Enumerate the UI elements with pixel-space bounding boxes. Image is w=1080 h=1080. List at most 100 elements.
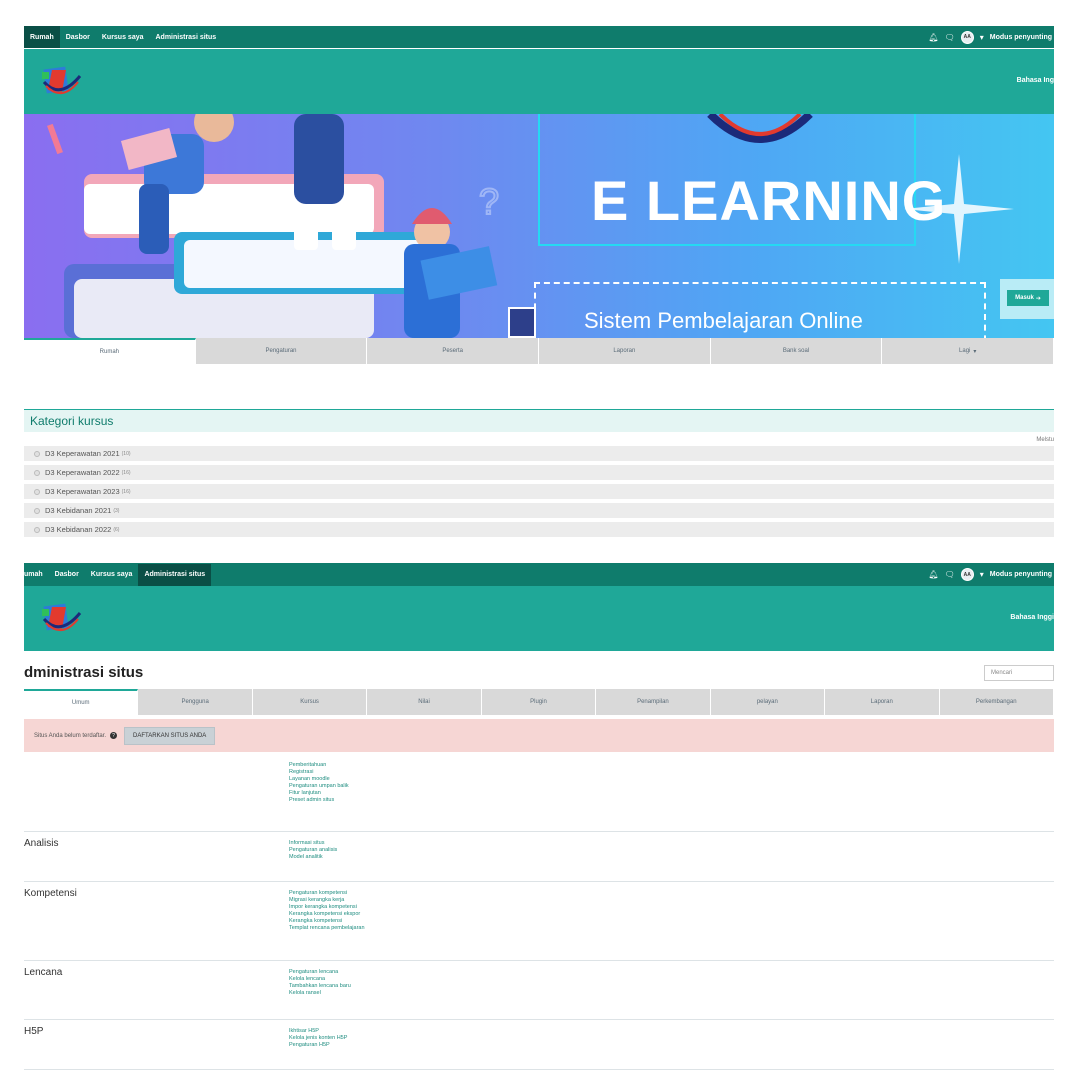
category-item[interactable]: D3 Kebidanan 2022 (6) bbox=[24, 522, 1054, 537]
tab-courses[interactable]: Kursus bbox=[252, 689, 368, 715]
category-count: (6) bbox=[113, 526, 120, 533]
section-title: Analisis bbox=[24, 838, 59, 849]
admin-link[interactable]: Ikhtisar H5P bbox=[289, 1028, 347, 1035]
search-input[interactable]: Mencari bbox=[984, 665, 1054, 681]
bell-icon[interactable]: 🔔︎ bbox=[928, 33, 938, 42]
chat-icon[interactable]: 🗨︎ bbox=[945, 570, 955, 579]
tab-grades[interactable]: Nilai bbox=[367, 689, 482, 715]
category-name[interactable]: D3 Keperawatan 2023 bbox=[45, 487, 120, 496]
category-name[interactable]: D3 Keperawatan 2021 bbox=[45, 449, 120, 458]
tab-plugins[interactable]: Plugin bbox=[481, 689, 597, 715]
nav-user-area: 🔔︎ 🗨︎ AA ▾ Modus penyunting bbox=[928, 568, 1054, 581]
admin-link[interactable]: Tambahkan lencana baru bbox=[289, 983, 351, 990]
tab-appearance[interactable]: Penampilan bbox=[596, 689, 711, 715]
site-logo[interactable] bbox=[40, 601, 82, 635]
category-item[interactable]: D3 Keperawatan 2023 (16) bbox=[24, 484, 1054, 499]
tab-home[interactable]: Rumah bbox=[24, 338, 196, 364]
nav-user-area: 🔔︎ 🗨︎ AA ▾ Modus penyunting bbox=[928, 30, 1054, 44]
admin-link[interactable]: Preset admin situs bbox=[289, 797, 349, 804]
tab-server[interactable]: pelayan bbox=[710, 689, 826, 715]
bell-icon[interactable]: 🔔︎ bbox=[928, 570, 938, 579]
avatar[interactable]: AA bbox=[960, 30, 974, 44]
admin-link[interactable]: Kelola jenis konten H5P bbox=[289, 1035, 347, 1042]
edit-mode-label[interactable]: Modus penyunting bbox=[990, 34, 1052, 41]
tab-reports[interactable]: Laporan bbox=[825, 689, 940, 715]
admin-link[interactable]: Kerangka kompetensi ekspor bbox=[289, 911, 365, 918]
login-button[interactable]: Masuk ➔ bbox=[1007, 290, 1049, 306]
decor-square bbox=[508, 307, 536, 338]
site-logo[interactable] bbox=[40, 64, 82, 98]
nav-dashboard[interactable]: Dasbor bbox=[60, 26, 96, 48]
category-item[interactable]: D3 Keperawatan 2022 (16) bbox=[24, 465, 1054, 480]
chevron-down-icon[interactable]: ▾ bbox=[980, 33, 984, 42]
admin-section-analytics: Analisis Informasi situs Pengaturan anal… bbox=[24, 832, 1054, 882]
language-menu[interactable]: Bahasa Ing bbox=[1017, 77, 1054, 84]
category-count: (10) bbox=[121, 450, 131, 457]
admin-link[interactable]: Fitur lanjutan bbox=[289, 790, 349, 797]
admin-link[interactable]: Informasi situs bbox=[289, 840, 337, 847]
admin-link[interactable]: Pengaturan lencana bbox=[289, 969, 351, 976]
section-links: Ikhtisar H5P Kelola jenis konten H5P Pen… bbox=[289, 1028, 347, 1049]
admin-link[interactable]: Pengaturan analisis bbox=[289, 847, 337, 854]
nav-site-admin[interactable]: Administrasi situs bbox=[138, 563, 212, 586]
category-item[interactable]: D3 Kebidanan 2021 (3) bbox=[24, 503, 1054, 518]
nav-my-courses[interactable]: Kursus saya bbox=[85, 564, 139, 586]
tab-more[interactable]: Lagi ▾ bbox=[882, 338, 1055, 364]
tab-question-bank[interactable]: Bank soal bbox=[710, 338, 883, 364]
students-illustration: ? bbox=[47, 114, 500, 338]
admin-link[interactable]: Kelola ransel bbox=[289, 990, 351, 997]
admin-link[interactable]: Registrasi bbox=[289, 769, 349, 776]
nav-site-admin[interactable]: Administrasi situs bbox=[150, 26, 223, 48]
admin-link[interactable]: Migrasi kerangka kerja bbox=[289, 897, 365, 904]
admin-link[interactable]: Impor kerangka kompetensi bbox=[289, 904, 365, 911]
admin-section-h5p: H5P Ikhtisar H5P Kelola jenis konten H5P… bbox=[24, 1020, 1054, 1070]
tab-general[interactable]: Umum bbox=[24, 689, 139, 715]
tab-more-label: Lagi bbox=[959, 348, 971, 354]
front-page-tabs: Rumah Pengaturan Peserta Laporan Bank so… bbox=[24, 338, 1055, 364]
edit-mode-label[interactable]: Modus penyunting bbox=[990, 571, 1052, 578]
hero-logo-partial bbox=[707, 114, 813, 143]
hero-subtitle: Sistem Pembelajaran Online bbox=[584, 308, 863, 333]
hero-banner: ? E LEARNING Sistem Pembelajaran Online … bbox=[24, 114, 1054, 338]
nav-my-courses[interactable]: Kursus saya bbox=[96, 26, 150, 48]
site-header: Bahasa Ing bbox=[24, 49, 1054, 114]
admin-link[interactable]: Pengaturan kompetensi bbox=[289, 890, 365, 897]
svg-text:?: ? bbox=[479, 181, 499, 222]
course-category-list: D3 Keperawatan 2021 (10) D3 Keperawatan 2… bbox=[24, 446, 1054, 541]
chevron-down-icon[interactable]: ▾ bbox=[980, 570, 984, 579]
section-links: Pengaturan kompetensi Migrasi kerangka k… bbox=[289, 890, 365, 932]
nav-home[interactable]: umah bbox=[24, 564, 49, 586]
tab-development[interactable]: Perkembangan bbox=[939, 689, 1054, 715]
section-title: Lencana bbox=[24, 967, 63, 978]
language-menu[interactable]: Bahasa Inggi bbox=[1010, 614, 1054, 621]
category-item[interactable]: D3 Keperawatan 2021 (10) bbox=[24, 446, 1054, 461]
tab-settings[interactable]: Pengaturan bbox=[195, 338, 368, 364]
tab-reports[interactable]: Laporan bbox=[539, 338, 711, 364]
admin-link[interactable]: Pengaturan umpan balik bbox=[289, 783, 349, 790]
tab-users[interactable]: Pengguna bbox=[138, 689, 253, 715]
course-categories-header: Kategori kursus bbox=[24, 409, 1054, 432]
nav-dashboard[interactable]: Dasbor bbox=[49, 564, 85, 586]
admin-link[interactable]: Templat rencana pembelajaran bbox=[289, 925, 365, 932]
admin-link[interactable]: Pengaturan H5P bbox=[289, 1042, 347, 1049]
arrow-right-icon: ➔ bbox=[1035, 295, 1041, 302]
register-site-button[interactable]: DAFTARKAN SITUS ANDA bbox=[124, 726, 216, 745]
collapse-all-link[interactable]: Melstu bbox=[1036, 437, 1054, 443]
admin-link[interactable]: Model analitik bbox=[289, 854, 337, 861]
admin-section-general: Pemberitahuan Registrasi Layanan moodle … bbox=[24, 754, 1054, 832]
section-title: H5P bbox=[24, 1026, 44, 1037]
admin-section-badges: Lencana Pengaturan lencana Kelola lencan… bbox=[24, 961, 1054, 1020]
admin-link[interactable]: Kelola lencana bbox=[289, 976, 351, 983]
tab-participants[interactable]: Peserta bbox=[367, 338, 540, 364]
admin-link[interactable]: Kerangka kompetensi bbox=[289, 918, 365, 925]
admin-link[interactable]: Pemberitahuan bbox=[289, 762, 349, 769]
category-name[interactable]: D3 Keperawatan 2022 bbox=[45, 468, 120, 477]
category-name[interactable]: D3 Kebidanan 2022 bbox=[45, 525, 111, 534]
avatar[interactable]: AA bbox=[960, 568, 974, 581]
help-icon[interactable]: ? bbox=[110, 732, 118, 739]
category-name[interactable]: D3 Kebidanan 2021 bbox=[45, 506, 111, 515]
chat-icon[interactable]: 🗨︎ bbox=[945, 33, 955, 42]
admin-link[interactable]: Layanan moodle bbox=[289, 776, 349, 783]
page-title: dministrasi situs bbox=[24, 664, 144, 681]
nav-home[interactable]: Rumah bbox=[24, 26, 60, 48]
